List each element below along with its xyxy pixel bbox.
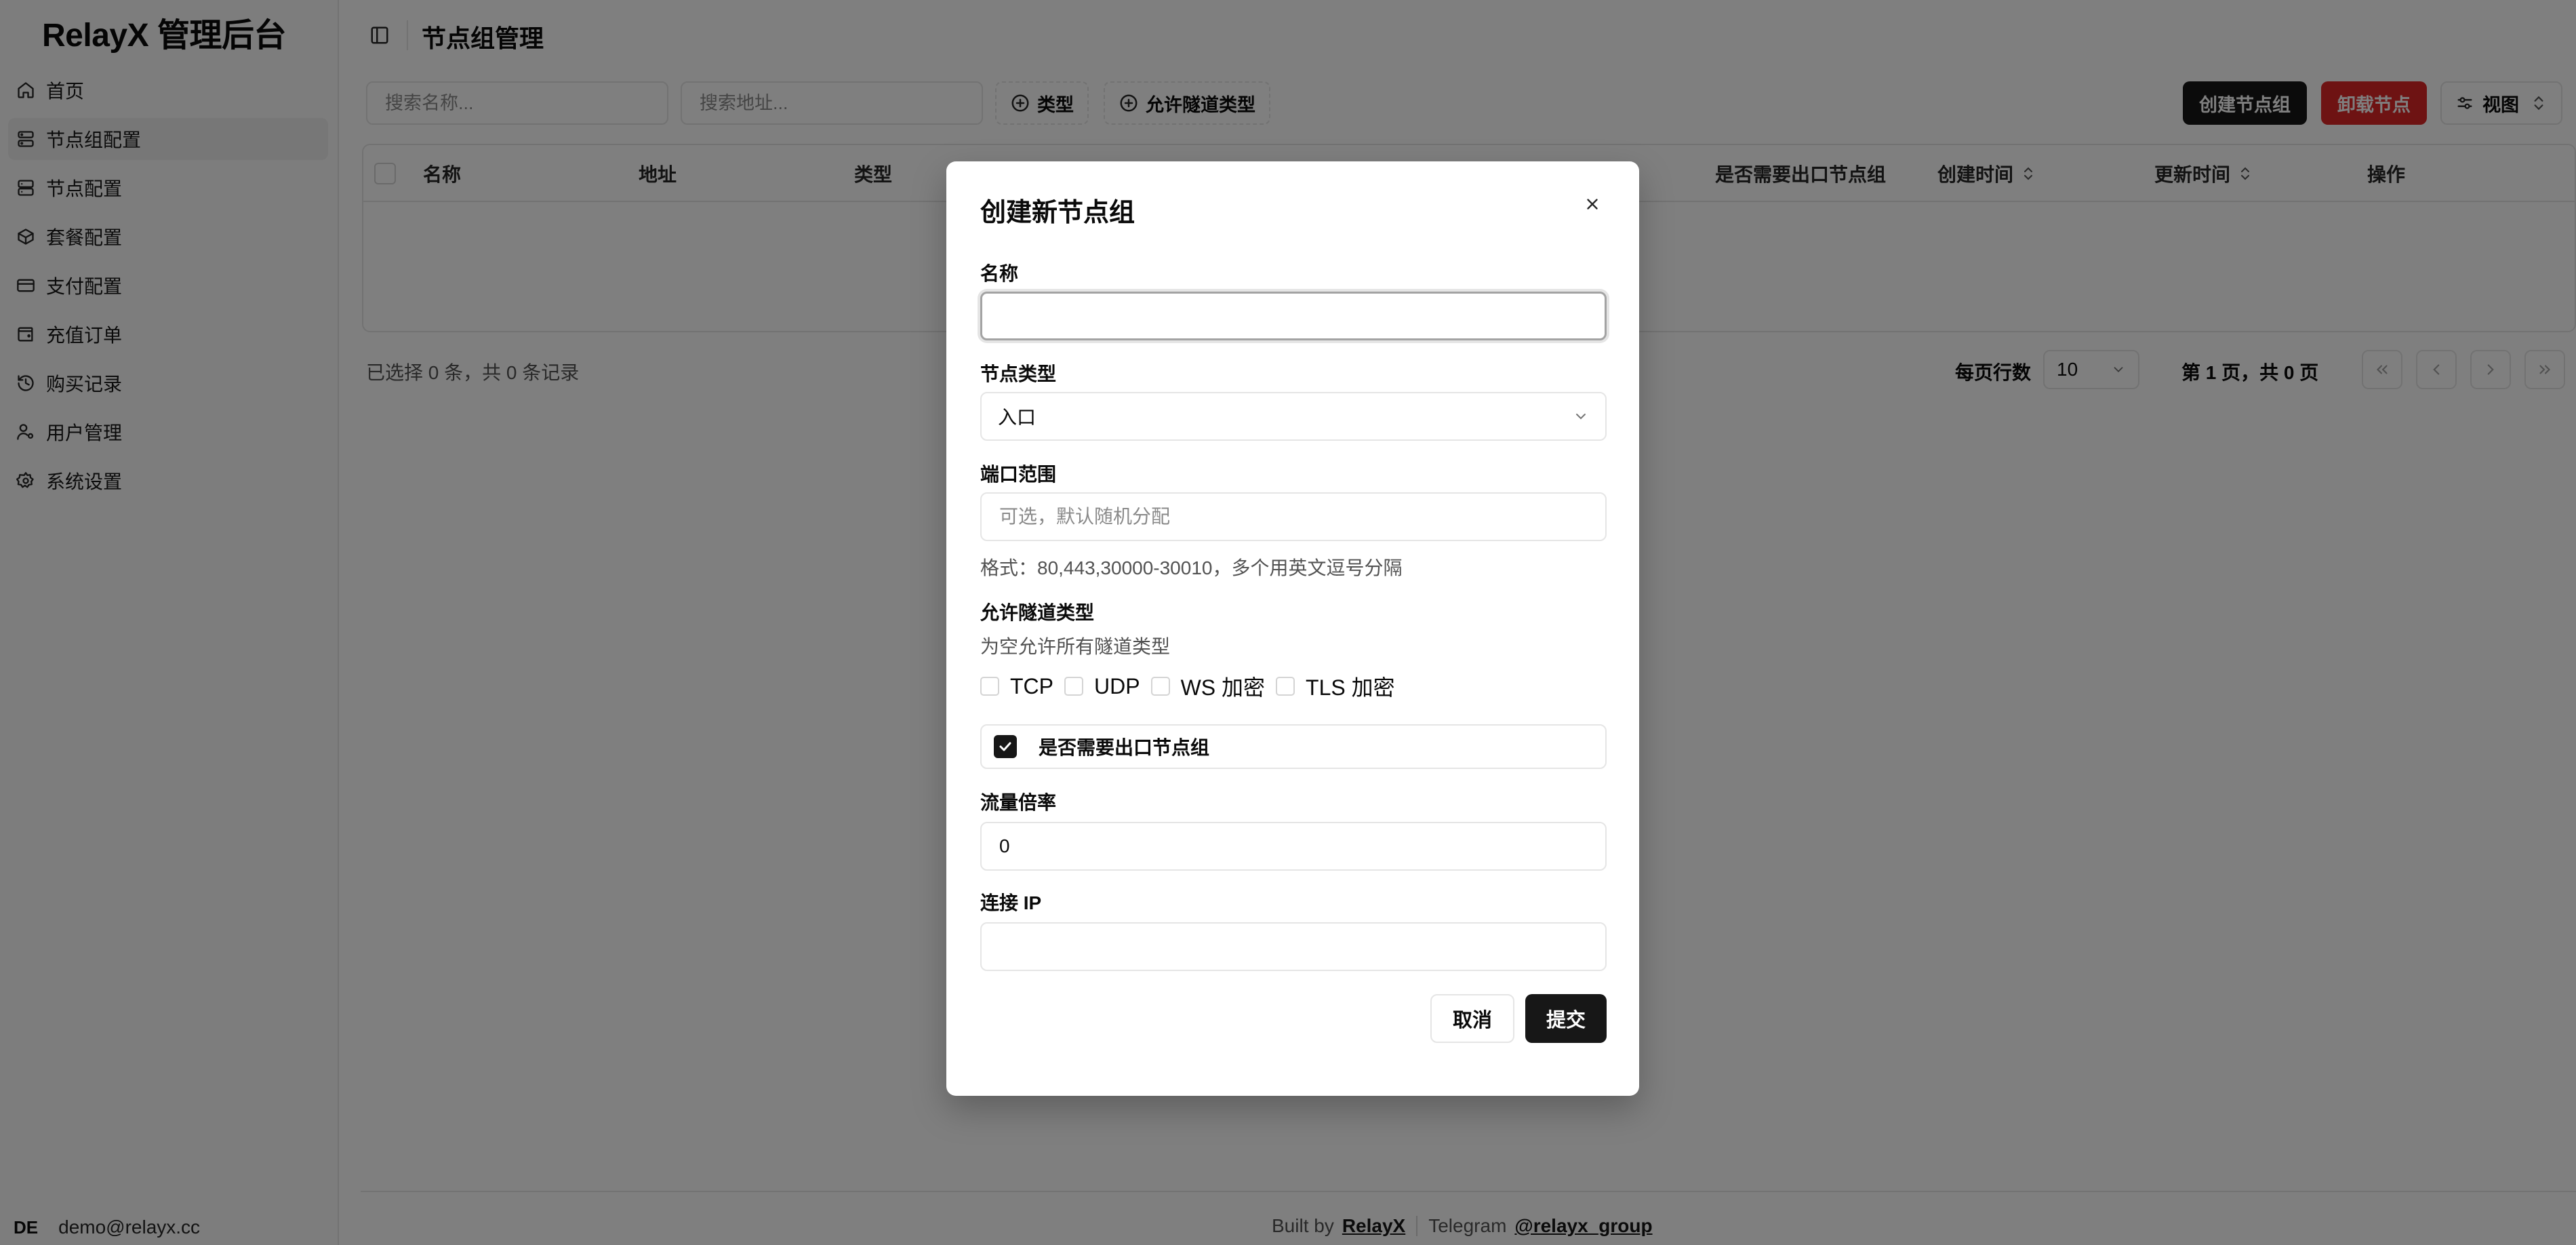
chevron-down-icon (1576, 414, 1586, 420)
udp-checkbox[interactable] (1064, 677, 1083, 696)
check-icon (999, 742, 1011, 751)
close-button[interactable] (1581, 193, 1604, 216)
connect-ip-field[interactable] (998, 935, 1589, 958)
tunnel-option-tls[interactable]: TLS 加密 (1276, 671, 1395, 702)
connect-ip-label: 连接 IP (980, 892, 1042, 913)
ws-checkbox[interactable] (1150, 677, 1170, 696)
port-range-input[interactable] (980, 492, 1607, 541)
tunnel-option-ws[interactable]: WS 加密 (1150, 671, 1266, 702)
udp-label: UDP (1094, 673, 1140, 698)
tcp-label: TCP (1010, 673, 1053, 698)
create-node-group-dialog: 创建新节点组 名称 节点类型 入口 端口范围 格式：80,443,30000-3… (946, 161, 1639, 1096)
tunnel-type-label: 允许隧道类型 (980, 602, 1095, 623)
tcp-checkbox[interactable] (980, 677, 999, 696)
need-exit-option[interactable]: 是否需要出口节点组 (980, 724, 1607, 769)
node-type-value: 入口 (998, 407, 1037, 428)
submit-button[interactable]: 提交 (1525, 994, 1607, 1043)
node-type-select[interactable]: 入口 (980, 392, 1607, 441)
tunnel-type-options: TCP UDP WS 加密 TLS 加密 (980, 671, 1406, 701)
name-label: 名称 (980, 263, 1019, 284)
need-exit-label: 是否需要出口节点组 (1039, 737, 1210, 758)
need-exit-checkbox[interactable] (994, 735, 1017, 758)
cancel-button[interactable]: 取消 (1430, 994, 1514, 1043)
tunnel-option-udp[interactable]: UDP (1064, 674, 1140, 699)
tunnel-type-hint: 为空允许所有隧道类型 (980, 636, 1171, 657)
name-field[interactable] (999, 304, 1588, 328)
port-range-hint: 格式：80,443,30000-30010，多个用英文逗号分隔 (980, 557, 1403, 578)
traffic-ratio-label: 流量倍率 (980, 792, 1057, 813)
dialog-title: 创建新节点组 (980, 199, 1135, 227)
tls-checkbox[interactable] (1276, 677, 1295, 696)
name-input[interactable] (980, 292, 1607, 340)
traffic-ratio-input[interactable] (980, 822, 1607, 871)
tls-label: TLS 加密 (1306, 675, 1395, 700)
ws-label: WS 加密 (1180, 675, 1266, 700)
traffic-ratio-field[interactable] (998, 835, 1589, 858)
port-range-field[interactable] (998, 505, 1589, 528)
close-icon (1587, 199, 1598, 210)
connect-ip-input[interactable] (980, 922, 1607, 971)
tunnel-option-tcp[interactable]: TCP (980, 674, 1053, 699)
port-range-label: 端口范围 (980, 464, 1057, 485)
node-type-label: 节点类型 (980, 363, 1057, 384)
